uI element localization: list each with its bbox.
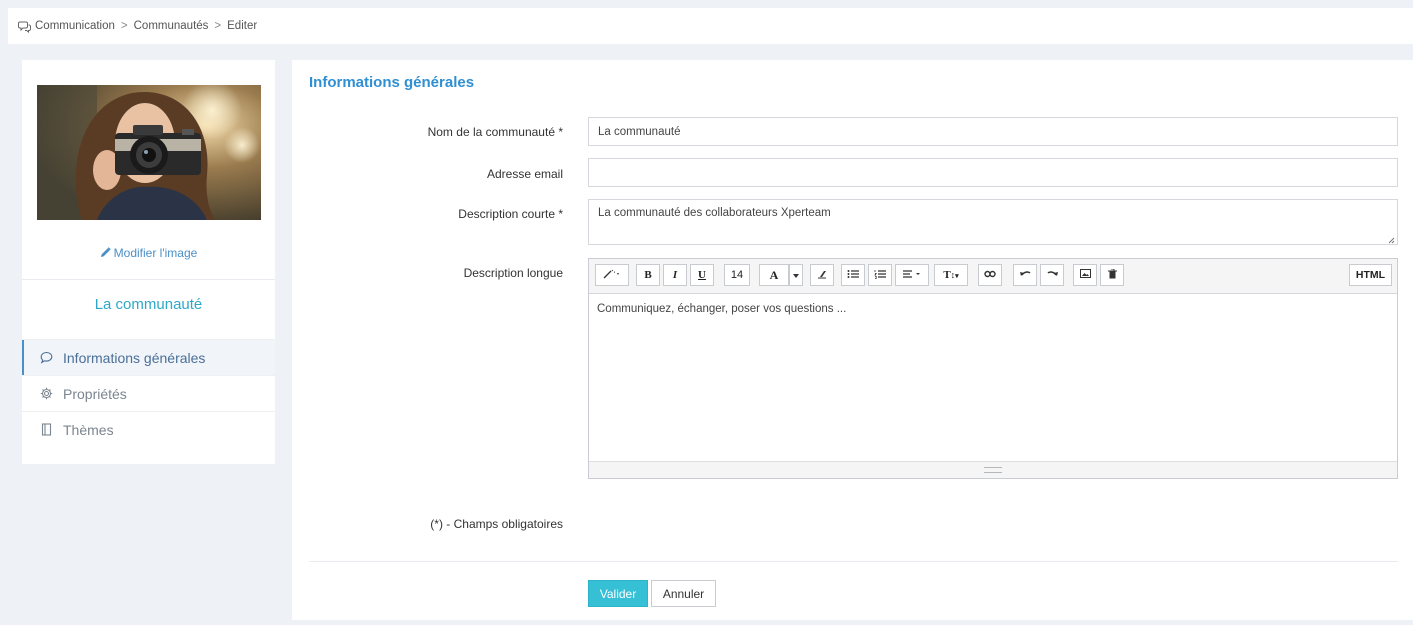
link-button[interactable] [978,264,1002,286]
font-size-button[interactable]: 14 [724,264,750,286]
delete-button[interactable] [1100,264,1124,286]
numbered-list-button[interactable] [868,264,892,286]
underline-button[interactable]: U [690,264,714,286]
rich-text-editor: B I U 14 A T↕▾ HTML Communiquez, échange… [588,258,1398,479]
community-sidebar: Modifier l'image La communauté Informati… [22,60,275,464]
clear-format-button[interactable] [810,264,834,286]
trash-icon [1107,268,1117,282]
email-label: Adresse email [486,167,563,181]
community-name-value: La communauté [598,125,681,138]
editor-toolbar: B I U 14 A T↕▾ HTML [589,259,1397,294]
editor-resize-bar[interactable] [589,461,1397,478]
numbered-list-icon [874,269,886,282]
align-icon [903,269,921,281]
text-height-icon: T↕▾ [943,269,959,281]
italic-icon: I [672,269,678,281]
caret-down-icon [793,269,799,281]
book-icon [40,423,53,436]
sidebar-item-label: Propriétés [63,385,127,402]
editor-content[interactable]: Communiquez, échanger, poser vos questio… [589,294,1397,444]
required-fields-note: (*) - Champs obligatoires [430,517,563,531]
redo-button[interactable] [1040,264,1064,286]
edit-image-link[interactable]: Modifier l'image [22,246,275,261]
italic-button[interactable]: I [663,264,687,286]
resize-grip-icon[interactable] [1388,235,1395,244]
community-name: La communauté [94,296,203,313]
breadcrumb: Communication > Communautés > Editer [8,8,1413,44]
chat-bubble-icon [40,351,53,364]
edit-image-label: Modifier l'image [113,246,198,260]
short-description-label: Description courte * [458,207,563,221]
sidebar-item-label: Informations générales [63,349,206,366]
html-view-label: HTML [1355,269,1386,281]
submit-button[interactable]: Valider [588,580,648,607]
bullet-list-icon [847,269,859,282]
chat-icon [18,20,31,33]
short-description-textarea[interactable]: La communauté des collaborateurs Xpertea… [588,199,1398,245]
text-color-dropdown[interactable] [789,264,803,286]
bold-button[interactable]: B [636,264,660,286]
email-input[interactable] [588,158,1398,187]
sidebar-item-themes[interactable]: Thèmes [22,411,275,447]
name-label: Nom de la communauté * [427,125,563,139]
form-footer-divider [309,561,1398,562]
redo-icon [1046,269,1058,281]
bullet-list-button[interactable] [841,264,865,286]
magic-wand-icon [603,268,621,282]
breadcrumb-item-communication[interactable]: Communication [35,20,115,32]
breadcrumb-item-communautes[interactable]: Communautés [134,20,209,32]
section-title: Informations générales [309,74,475,91]
html-view-button[interactable]: HTML [1349,264,1392,286]
cancel-button[interactable]: Annuler [651,580,716,607]
pencil-icon [100,247,111,261]
underline-icon: U [698,269,706,281]
breadcrumb-separator: > [120,20,128,32]
short-description-value: La communauté des collaborateurs Xpertea… [598,207,831,219]
sidebar-item-label: Thèmes [63,421,114,438]
breadcrumb-item-editer: Editer [227,20,258,32]
breadcrumb-separator: > [214,20,222,32]
community-name-input[interactable]: La communauté [588,117,1398,146]
text-color-icon: A [769,267,779,282]
font-size-value: 14 [730,269,744,281]
long-description-label: Description longue [463,266,563,280]
undo-button[interactable] [1013,264,1037,286]
text-color-button[interactable]: A [759,264,789,286]
gear-icon [40,387,53,400]
link-icon [984,269,996,281]
resize-handle-icon [984,467,1002,473]
sidebar-nav: Informations générales Propriétés Thèmes [22,339,275,447]
sidebar-divider [22,279,275,280]
bold-icon: B [644,269,652,281]
eraser-icon [817,269,827,282]
line-height-button[interactable]: T↕▾ [934,264,968,286]
image-icon [1079,269,1091,281]
sidebar-item-informations-generales[interactable]: Informations générales [22,339,275,375]
style-button[interactable] [595,264,629,286]
sidebar-item-proprietes[interactable]: Propriétés [22,375,275,411]
form-panel: Informations générales Nom de la communa… [292,60,1413,620]
community-image [37,85,261,220]
align-button[interactable] [895,264,929,286]
insert-image-button[interactable] [1073,264,1097,286]
long-description-value: Communiquez, échanger, poser vos questio… [597,303,847,315]
undo-icon [1019,269,1031,281]
